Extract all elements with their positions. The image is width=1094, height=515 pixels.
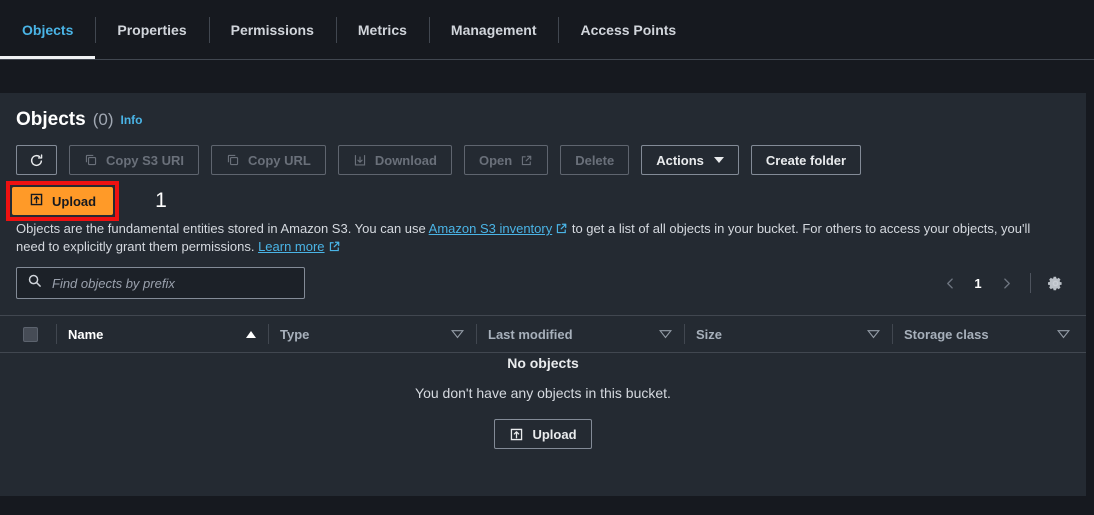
select-all-checkbox[interactable] xyxy=(22,326,38,342)
external-link-icon xyxy=(328,240,341,257)
objects-table: Name Type Last modified Size Storage cla… xyxy=(0,315,1086,353)
copy-icon xyxy=(226,153,240,167)
refresh-icon xyxy=(29,153,44,168)
column-header-last-modified-label: Last modified xyxy=(488,326,573,342)
search-box[interactable] xyxy=(16,267,305,299)
empty-state-subtitle: You don't have any objects in this bucke… xyxy=(415,385,671,401)
column-header-name[interactable]: Name xyxy=(56,315,268,353)
column-header-storage-class-label: Storage class xyxy=(904,326,989,342)
learn-more-link[interactable]: Learn more xyxy=(258,239,324,254)
upload-button[interactable]: Upload xyxy=(12,187,114,215)
column-header-last-modified[interactable]: Last modified xyxy=(476,315,684,353)
tab-properties-label: Properties xyxy=(117,21,187,38)
external-link-icon xyxy=(520,154,533,167)
download-label: Download xyxy=(374,152,437,168)
table-header-row: Name Type Last modified Size Storage cla… xyxy=(0,315,1086,353)
tab-permissions[interactable]: Permissions xyxy=(208,0,336,59)
open-button[interactable]: Open xyxy=(463,145,549,175)
tab-management-label: Management xyxy=(450,21,537,38)
empty-state: No objects You don't have any objects in… xyxy=(0,355,1086,449)
empty-state-action: Upload xyxy=(494,419,592,449)
download-icon xyxy=(353,153,367,167)
page-number-1[interactable]: 1 xyxy=(966,268,990,298)
upload-icon xyxy=(509,427,524,442)
tab-management[interactable]: Management xyxy=(428,0,559,59)
create-folder-label: Create folder xyxy=(765,152,847,168)
column-header-size[interactable]: Size xyxy=(684,315,892,353)
pagination: 1 xyxy=(936,268,1069,298)
copy-url-label: Copy URL xyxy=(248,152,311,168)
upload-annotation-row: Upload 1 xyxy=(6,181,167,221)
tab-bar-divider xyxy=(0,59,1094,60)
create-folder-button[interactable]: Create folder xyxy=(750,145,862,175)
upload-button-label: Upload xyxy=(52,193,97,209)
delete-button[interactable]: Delete xyxy=(560,145,630,175)
previous-page-button[interactable] xyxy=(936,268,964,298)
sort-icon xyxy=(658,327,673,342)
objects-description: Objects are the fundamental entities sto… xyxy=(16,221,1036,257)
filter-row: 1 xyxy=(0,267,1086,301)
settings-gear-button[interactable] xyxy=(1041,268,1069,298)
actions-button[interactable]: Actions xyxy=(641,145,739,175)
copy-s3-uri-label: Copy S3 URI xyxy=(106,152,185,168)
copy-icon xyxy=(84,153,98,167)
column-header-name-label: Name xyxy=(68,326,104,342)
actions-label: Actions xyxy=(656,152,704,168)
sort-icon xyxy=(866,327,881,342)
amazon-s3-inventory-link[interactable]: Amazon S3 inventory xyxy=(429,221,553,236)
next-page-button[interactable] xyxy=(992,268,1020,298)
column-header-storage-class[interactable]: Storage class xyxy=(892,315,1082,353)
column-header-type-label: Type xyxy=(280,326,310,342)
upload-icon xyxy=(29,192,44,210)
refresh-button[interactable] xyxy=(16,145,57,175)
tab-permissions-label: Permissions xyxy=(230,21,314,38)
open-label: Open xyxy=(478,152,513,168)
copy-s3-uri-button[interactable]: Copy S3 URI xyxy=(69,145,200,175)
select-all-header[interactable] xyxy=(4,315,56,353)
download-button[interactable]: Download xyxy=(337,145,452,175)
description-part-1: Objects are the fundamental entities sto… xyxy=(16,221,429,236)
delete-label: Delete xyxy=(575,152,615,168)
tab-objects-label: Objects xyxy=(22,21,74,38)
page-title: Objects xyxy=(16,109,86,130)
tab-access-points-label: Access Points xyxy=(580,21,677,38)
panel-header: Objects (0) Info xyxy=(16,109,142,131)
tab-access-points[interactable]: Access Points xyxy=(558,0,698,59)
empty-state-upload-label: Upload xyxy=(532,426,577,442)
annotation-step-number: 1 xyxy=(155,189,167,212)
search-icon xyxy=(27,273,42,293)
tab-metrics[interactable]: Metrics xyxy=(335,0,429,59)
objects-panel: Objects (0) Info Copy S3 URI Copy URL Do… xyxy=(0,93,1086,496)
objects-toolbar: Copy S3 URI Copy URL Download Open Delet… xyxy=(16,145,862,175)
search-input[interactable] xyxy=(50,274,294,292)
external-link-icon xyxy=(555,222,568,239)
tab-bar: Objects Properties Permissions Metrics M… xyxy=(0,0,1094,62)
copy-url-button[interactable]: Copy URL xyxy=(211,145,326,175)
annotation-highlight-box: Upload xyxy=(6,181,120,221)
sort-icon xyxy=(1056,327,1071,342)
column-header-size-label: Size xyxy=(696,326,723,342)
chevron-down-icon xyxy=(713,157,724,163)
object-count: (0) xyxy=(92,110,114,129)
sort-ascending-icon xyxy=(246,330,256,338)
column-header-type[interactable]: Type xyxy=(268,315,476,353)
pagination-divider xyxy=(1030,273,1031,293)
empty-state-upload-button[interactable]: Upload xyxy=(494,419,592,449)
sort-icon xyxy=(450,327,465,342)
tab-list: Objects Properties Permissions Metrics M… xyxy=(0,0,698,59)
info-link[interactable]: Info xyxy=(120,113,142,127)
tab-objects[interactable]: Objects xyxy=(0,0,96,59)
tab-metrics-label: Metrics xyxy=(357,21,407,38)
empty-state-title: No objects xyxy=(507,355,579,371)
tab-properties[interactable]: Properties xyxy=(95,0,208,59)
